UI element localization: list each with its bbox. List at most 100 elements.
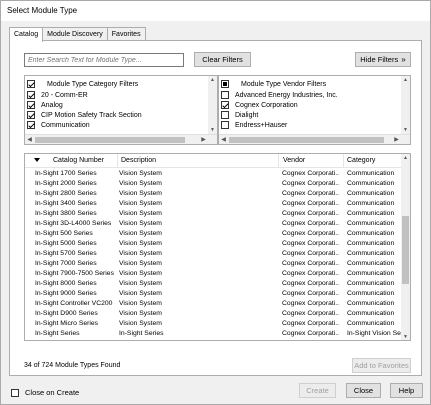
filter-checkbox[interactable] bbox=[221, 91, 229, 99]
filter-checkbox[interactable] bbox=[27, 121, 35, 129]
filter-label: 20 - Comm-ER bbox=[41, 91, 88, 99]
table-row[interactable]: In-Sight 500 Series Vision System Cognex C… bbox=[25, 229, 403, 239]
filter-checkbox[interactable] bbox=[27, 111, 35, 119]
vendor-select-all-checkbox[interactable] bbox=[221, 80, 229, 88]
cell-category: Communication bbox=[347, 220, 395, 227]
table-row[interactable]: In-Sight 3800 Series Vision System Cognex … bbox=[25, 209, 403, 219]
tab-catalog[interactable]: Catalog bbox=[9, 27, 44, 42]
category-vertical-scrollbar[interactable]: ▲ ▼ bbox=[208, 76, 217, 135]
cell-category: Communication bbox=[347, 180, 395, 187]
scroll-up-icon[interactable]: ▲ bbox=[208, 76, 217, 85]
cell-catalog-number: In-Sight 1700 Series bbox=[35, 170, 97, 177]
table-row[interactable]: In-Sight 3D-L4000 Series Vision System Cog… bbox=[25, 219, 403, 229]
scroll-thumb[interactable] bbox=[229, 137, 384, 143]
cell-category: Communication bbox=[347, 280, 395, 287]
scroll-left-icon[interactable]: ◀ bbox=[25, 135, 34, 144]
column-header-category[interactable]: Category bbox=[347, 157, 375, 164]
column-divider[interactable] bbox=[343, 154, 344, 168]
vendor-vertical-scrollbar[interactable]: ▲ ▼ bbox=[401, 76, 410, 135]
category-filter-item[interactable]: 20 - Comm-ER bbox=[27, 90, 88, 100]
scroll-down-icon[interactable]: ▼ bbox=[401, 333, 410, 340]
scroll-up-icon[interactable]: ▲ bbox=[401, 76, 410, 85]
table-row[interactable]: In-Sight Series In-Sight Series Cognex Cor… bbox=[25, 329, 403, 339]
cell-category: Communication bbox=[347, 290, 395, 297]
table-row[interactable]: In-Sight 5000 Series Vision System Cognex … bbox=[25, 239, 403, 249]
category-select-all-checkbox[interactable] bbox=[27, 80, 35, 88]
cell-vendor: Cognex Corporati... bbox=[282, 190, 339, 197]
filter-label: Advanced Energy Industries, Inc. bbox=[235, 91, 338, 99]
table-row[interactable]: In-Sight 7000 Series Vision System Cognex … bbox=[25, 259, 403, 269]
hide-filters-label: Hide Filters bbox=[360, 55, 399, 64]
column-header-description[interactable]: Description bbox=[121, 157, 156, 164]
cell-description: Vision System bbox=[119, 170, 162, 177]
scroll-right-icon[interactable]: ▶ bbox=[199, 135, 208, 144]
table-row[interactable]: In-Sight 5700 Series Vision System Cognex … bbox=[25, 249, 403, 259]
filter-checkbox[interactable] bbox=[221, 111, 229, 119]
cell-description: Vision System bbox=[119, 250, 162, 257]
vendor-filter-list: Module Type Vendor Filters Advanced Ener… bbox=[218, 75, 411, 145]
filter-checkbox[interactable] bbox=[221, 101, 229, 109]
column-divider[interactable] bbox=[117, 154, 118, 168]
cell-vendor: Cognex Corporati... bbox=[282, 200, 339, 207]
category-filter-item[interactable]: CIP Motion Safety Track Section bbox=[27, 110, 142, 120]
create-button[interactable]: Create bbox=[299, 383, 336, 398]
select-module-type-dialog: Select Module Type Catalog Module Discov… bbox=[0, 0, 431, 405]
category-filter-item[interactable]: Communication bbox=[27, 120, 90, 130]
table-row[interactable]: In-Sight 2800 Series Vision System Cognex … bbox=[25, 189, 403, 199]
add-to-favorites-button[interactable]: Add to Favorites bbox=[352, 358, 411, 373]
catalog-panel: Clear Filters Hide Filters» Module Type … bbox=[9, 40, 422, 376]
hide-filters-button[interactable]: Hide Filters» bbox=[355, 52, 411, 67]
cell-catalog-number: In-Sight 500 Series bbox=[35, 230, 93, 237]
category-filter-item[interactable]: Analog bbox=[27, 100, 63, 110]
close-on-create-option[interactable]: Close on Create bbox=[11, 388, 79, 397]
column-header-catalog-number[interactable]: Catalog Number bbox=[53, 157, 104, 164]
category-horizontal-scrollbar[interactable]: ◀ ▶ bbox=[25, 134, 217, 144]
scroll-left-icon[interactable]: ◀ bbox=[219, 135, 228, 144]
grid-body: In-Sight 1700 Series Vision System Cognex … bbox=[25, 169, 403, 340]
vendor-filter-item[interactable]: Advanced Energy Industries, Inc. bbox=[221, 90, 338, 100]
column-divider[interactable] bbox=[278, 154, 279, 168]
tab-favorites[interactable]: Favorites bbox=[106, 27, 146, 41]
sort-descending-icon[interactable] bbox=[34, 158, 40, 162]
filter-label: Cognex Corporation bbox=[235, 101, 298, 109]
table-row[interactable]: In-Sight 7900-7500 Series Vision System Co… bbox=[25, 269, 403, 279]
scroll-thumb[interactable] bbox=[402, 216, 409, 284]
cell-description: Vision System bbox=[119, 320, 162, 327]
cell-vendor: Cognex Corporati... bbox=[282, 220, 339, 227]
scroll-right-icon[interactable]: ▶ bbox=[392, 135, 401, 144]
cell-catalog-number: In-Sight Controller VC200 bbox=[35, 300, 113, 307]
table-row[interactable]: In-Sight 3400 Series Vision System Cognex … bbox=[25, 199, 403, 209]
column-header-vendor[interactable]: Vendor bbox=[283, 157, 305, 164]
scroll-thumb[interactable] bbox=[35, 137, 185, 143]
cell-description: In-Sight Series bbox=[119, 330, 164, 337]
table-row[interactable]: In-Sight Micro Series Vision System Cognex… bbox=[25, 319, 403, 329]
search-input[interactable] bbox=[24, 53, 184, 67]
vendor-horizontal-scrollbar[interactable]: ◀ ▶ bbox=[219, 134, 410, 144]
close-button[interactable]: Close bbox=[346, 383, 381, 398]
table-row[interactable]: In-Sight 1700 Series Vision System Cognex … bbox=[25, 169, 403, 179]
scroll-up-icon[interactable]: ▲ bbox=[401, 154, 410, 163]
table-row[interactable]: In-Sight 2000 Series Vision System Cognex … bbox=[25, 179, 403, 189]
table-row[interactable]: In-Sight D900 Series Vision System Cognex … bbox=[25, 309, 403, 319]
cell-category: Communication bbox=[347, 320, 395, 327]
table-row[interactable]: In-Sight Controller VC200 Vision System Co… bbox=[25, 299, 403, 309]
close-on-create-checkbox[interactable] bbox=[11, 388, 19, 397]
table-row[interactable]: In-Sight 9000 Series Vision System Cognex … bbox=[25, 289, 403, 299]
filter-checkbox[interactable] bbox=[27, 91, 35, 99]
table-row[interactable]: In-Sight 8000 Series Vision System Cognex … bbox=[25, 279, 403, 289]
vendor-filter-item[interactable]: Dialight bbox=[221, 110, 258, 120]
vendor-filter-item[interactable]: Cognex Corporation bbox=[221, 100, 298, 110]
filter-checkbox[interactable] bbox=[27, 101, 35, 109]
clear-filters-button[interactable]: Clear Filters bbox=[194, 52, 251, 67]
filter-label: Communication bbox=[41, 121, 90, 129]
help-button[interactable]: Help bbox=[390, 383, 423, 398]
vendor-filter-item[interactable]: Endress+Hauser bbox=[221, 120, 287, 130]
cell-vendor: Cognex Corporati... bbox=[282, 260, 339, 267]
grid-vertical-scrollbar[interactable]: ▲ ▼ bbox=[401, 154, 410, 340]
tab-module-discovery[interactable]: Module Discovery bbox=[42, 27, 108, 41]
cell-vendor: Cognex Corporati... bbox=[282, 290, 339, 297]
filter-checkbox[interactable] bbox=[221, 121, 229, 129]
cell-catalog-number: In-Sight 5700 Series bbox=[35, 250, 97, 257]
vendor-filter-header: Module Type Vendor Filters bbox=[221, 79, 326, 89]
cell-category: Communication bbox=[347, 300, 395, 307]
